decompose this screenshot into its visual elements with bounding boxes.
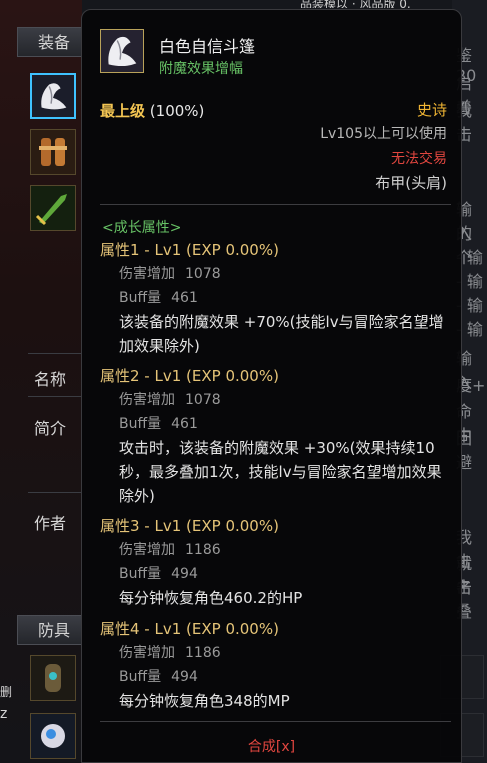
damage-value: 1186 xyxy=(185,542,221,558)
damage-row: 伤害增加 1186 xyxy=(100,538,450,562)
attribute-description: 每分钟恢复角色348的MP xyxy=(119,692,290,710)
name-label: 名称 xyxy=(34,370,67,389)
damage-value: 1078 xyxy=(185,266,221,282)
buff-value: 461 xyxy=(171,290,198,306)
equip-slot-gauntlet[interactable] xyxy=(30,129,76,175)
left-divider xyxy=(28,492,82,493)
damage-value: 1186 xyxy=(185,645,221,661)
armor-type: 布甲(头肩) xyxy=(375,174,447,192)
item-icon xyxy=(100,29,144,73)
buff-label: Buff量 xyxy=(119,416,162,432)
equip-slot-armor-1[interactable] xyxy=(30,655,76,701)
attribute-description: 该装备的附魔效果 +70%(技能lv与冒险家名望增加效果除外) xyxy=(119,313,444,355)
item-grade: 最上级 (100%) xyxy=(100,100,204,121)
item-rarity: 史诗 xyxy=(416,101,447,119)
left-edge-char: 删 xyxy=(0,685,13,699)
damage-label: 伤害增加 xyxy=(119,392,175,408)
attribute-block-3: 属性3 - Lv1 (EXP 0.00%) 伤害增加 1186 Buff量 494 … xyxy=(100,514,450,610)
tab-armor[interactable]: 防具 xyxy=(17,615,81,645)
buff-row: Buff量 461 xyxy=(100,286,450,310)
left-divider xyxy=(28,353,82,354)
buff-label: Buff量 xyxy=(119,566,162,582)
attribute-block-2: 属性2 - Lv1 (EXP 0.00%) 伤害增加 1078 Buff量 461 … xyxy=(100,364,450,508)
left-edge-char: z xyxy=(0,706,8,722)
tooltip-divider xyxy=(100,204,451,205)
white-cape-icon xyxy=(32,75,74,117)
author-label: 作者 xyxy=(34,514,67,533)
damage-row: 伤害增加 1078 xyxy=(100,388,450,412)
left-divider xyxy=(28,396,82,397)
top-strip-text: 品装模以 · 风品版 0. xyxy=(300,0,411,8)
buff-label: Buff量 xyxy=(119,669,162,685)
item-subtitle: 附魔效果增幅 xyxy=(159,61,243,77)
damage-row: 伤害增加 1186 xyxy=(100,641,450,665)
grade-value: (100%) xyxy=(149,102,205,120)
attribute-header: 属性1 - Lv1 (EXP 0.00%) xyxy=(100,241,279,259)
orb-icon xyxy=(31,714,75,758)
damage-label: 伤害增加 xyxy=(119,645,175,661)
damage-row: 伤害增加 1078 xyxy=(100,262,450,286)
buff-row: Buff量 461 xyxy=(100,412,450,436)
equip-slot-armor-2[interactable] xyxy=(30,713,76,759)
attribute-header: 属性3 - Lv1 (EXP 0.00%) xyxy=(100,517,279,535)
growth-title: <成长属性> xyxy=(102,220,182,236)
item-name: 白色自信斗篷 xyxy=(159,37,256,56)
gauntlet-icon xyxy=(31,130,75,174)
bracer-icon xyxy=(31,656,75,700)
attribute-header: 属性4 - Lv1 (EXP 0.00%) xyxy=(100,620,279,638)
buff-value: 494 xyxy=(171,566,198,582)
attribute-header: 属性2 - Lv1 (EXP 0.00%) xyxy=(100,367,279,385)
damage-label: 伤害增加 xyxy=(119,266,175,282)
attribute-description: 每分钟恢复角色460.2的HP xyxy=(119,589,303,607)
buff-label: Buff量 xyxy=(119,290,162,306)
intro-label: 简介 xyxy=(34,419,67,438)
item-tooltip: 白色自信斗篷 附魔效果增幅 最上级 (100%) 史诗 Lv105以上可以使用 … xyxy=(81,9,462,763)
buff-value: 461 xyxy=(171,416,198,432)
equip-slot-cape[interactable] xyxy=(30,73,76,119)
damage-value: 1078 xyxy=(185,392,221,408)
equip-slot-weapon[interactable] xyxy=(30,185,76,231)
white-cape-icon xyxy=(101,30,143,72)
tooltip-divider xyxy=(100,721,451,722)
buff-row: Buff量 494 xyxy=(100,562,450,586)
green-blade-icon xyxy=(31,186,75,230)
tab-equip[interactable]: 装备 xyxy=(17,27,81,57)
synthesis-link[interactable]: 合成[x] xyxy=(82,736,461,756)
damage-label: 伤害增加 xyxy=(119,542,175,558)
grade-label: 最上级 xyxy=(100,102,146,120)
trade-status: 无法交易 xyxy=(391,151,447,167)
attribute-block-1: 属性1 - Lv1 (EXP 0.00%) 伤害增加 1078 Buff量 461 … xyxy=(100,238,450,358)
level-requirement: Lv105以上可以使用 xyxy=(320,126,447,142)
buff-value: 494 xyxy=(171,669,198,685)
attribute-description: 攻击时，该装备的附魔效果 +30%(效果持续10秒，最多叠加1次，技能lv与冒险… xyxy=(119,439,442,505)
buff-row: Buff量 494 xyxy=(100,665,450,689)
attribute-block-4: 属性4 - Lv1 (EXP 0.00%) 伤害增加 1186 Buff量 494 … xyxy=(100,617,450,713)
